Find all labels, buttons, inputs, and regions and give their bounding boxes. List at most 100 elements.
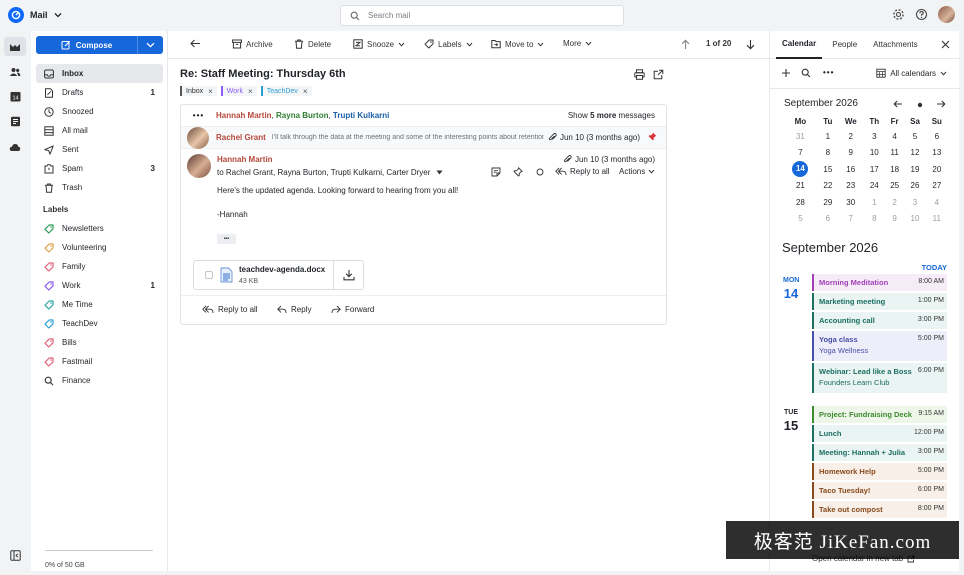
calendar-event[interactable]: Meeting: Hannah + Julia 3:00 PM — [812, 444, 947, 461]
delete-button[interactable]: Delete — [294, 39, 331, 49]
attachment-card[interactable]: teachdev-agenda.docx 43 KB — [193, 260, 364, 290]
footer-forward-button[interactable]: Forward — [331, 305, 374, 314]
calendar-day[interactable]: 4 — [926, 194, 948, 211]
calendar-day[interactable]: 10 — [904, 211, 925, 228]
calendar-day[interactable]: 5 — [904, 128, 925, 145]
all-calendars-dropdown[interactable]: All calendars — [876, 68, 947, 78]
calendar-day[interactable]: 6 — [926, 128, 948, 145]
calendar-day[interactable]: 12 — [904, 145, 925, 162]
move-to-button[interactable]: Move to — [491, 39, 544, 49]
pin-outline-icon[interactable] — [513, 166, 524, 179]
previous-message-row[interactable]: Rachel Grant I'll talk through the data … — [181, 126, 666, 149]
calendar-event[interactable]: Project: Fundraising Deck 9:15 AM — [812, 406, 947, 423]
calendar-day[interactable]: 6 — [818, 211, 838, 228]
recipients[interactable]: to Rachel Grant, Rayna Burton, Trupti Ku… — [217, 168, 443, 177]
download-button[interactable] — [333, 261, 363, 289]
label-me-time[interactable]: Me Time — [36, 295, 163, 314]
help-icon[interactable] — [915, 8, 928, 21]
calendar-day[interactable]: 7 — [783, 145, 818, 162]
tag-chip[interactable]: TeachDev × — [260, 86, 312, 96]
calendar-day[interactable]: 5 — [783, 211, 818, 228]
previous-message-button[interactable] — [681, 39, 690, 50]
calendar-day[interactable]: 11 — [885, 145, 904, 162]
calendar-day[interactable]: 28 — [783, 194, 818, 211]
close-icon[interactable] — [941, 40, 950, 51]
calendar-day[interactable]: 20 — [926, 161, 948, 178]
calendar-day[interactable]: 13 — [926, 145, 948, 162]
calendar-day[interactable]: 14 — [783, 161, 818, 178]
calendar-day[interactable]: 7 — [838, 211, 864, 228]
calendar-event[interactable]: Webinar: Lead like a Boss 6:00 PM Founders… — [812, 363, 947, 393]
folder-spam[interactable]: Spam 3 — [36, 159, 163, 178]
calendar-event[interactable]: Accounting call 3:00 PM — [812, 312, 947, 329]
calendar-day[interactable]: 31 — [783, 128, 818, 145]
folder-sent[interactable]: Sent — [36, 140, 163, 159]
label-newsletters[interactable]: Newsletters — [36, 219, 163, 238]
compose-options-button[interactable] — [138, 36, 163, 54]
gear-icon[interactable] — [892, 8, 905, 21]
rail-files[interactable] — [4, 137, 26, 156]
calendar-event[interactable]: Taco Tuesday! 6:00 PM — [812, 482, 947, 499]
folder-trash[interactable]: Trash — [36, 178, 163, 197]
calendar-day[interactable]: 9 — [838, 145, 864, 162]
compose-button[interactable]: Compose — [36, 36, 138, 54]
calendar-day[interactable]: 15 — [818, 161, 838, 178]
current-sender-name[interactable]: Hannah Martin — [217, 155, 273, 164]
calendar-day[interactable]: 21 — [783, 178, 818, 195]
calendar-day[interactable]: 16 — [838, 161, 864, 178]
calendar-day[interactable]: 29 — [818, 194, 838, 211]
unread-dot-icon[interactable] — [535, 167, 545, 179]
note-icon[interactable] — [491, 167, 501, 179]
calendar-event[interactable]: Yoga class 5:00 PM Yoga Wellness — [812, 331, 947, 361]
footer-reply-all-button[interactable]: Reply to all — [202, 305, 258, 314]
snooze-button[interactable]: Snooze — [353, 39, 405, 49]
calendar-day[interactable]: 2 — [838, 128, 864, 145]
label-work[interactable]: Work 1 — [36, 276, 163, 295]
next-month-icon[interactable] — [936, 100, 946, 110]
calendar-day[interactable]: 22 — [818, 178, 838, 195]
pin-icon[interactable] — [648, 132, 657, 143]
calendar-day[interactable]: 25 — [885, 178, 904, 195]
rail-contacts[interactable] — [4, 62, 26, 81]
calendar-day[interactable]: 3 — [904, 194, 925, 211]
more-options-icon[interactable]: ••• — [823, 68, 834, 77]
actions-button[interactable]: Actions — [619, 167, 655, 176]
calendar-event[interactable]: Morning Meditation 8:00 AM — [812, 274, 947, 291]
archive-button[interactable]: Archive — [232, 39, 273, 49]
open-in-new-window-icon[interactable] — [653, 69, 664, 82]
rail-notes[interactable] — [4, 112, 26, 131]
tag-chip[interactable]: Work × — [220, 86, 257, 96]
remove-tag-icon[interactable]: × — [303, 87, 308, 96]
print-icon[interactable] — [634, 69, 645, 82]
footer-reply-button[interactable]: Reply — [277, 305, 311, 314]
tab-attachments[interactable]: Attachments — [867, 31, 923, 59]
calendar-day[interactable]: 8 — [818, 145, 838, 162]
reply-all-button[interactable]: Reply to all — [555, 167, 610, 176]
rail-mail[interactable] — [4, 37, 26, 56]
tag-chip[interactable]: Inbox × — [180, 86, 217, 96]
label-volunteering[interactable]: Volunteering — [36, 238, 163, 257]
tab-calendar[interactable]: Calendar — [776, 31, 823, 59]
calendar-day[interactable]: 4 — [885, 128, 904, 145]
user-avatar[interactable] — [938, 6, 955, 23]
calendar-day[interactable]: 2 — [885, 194, 904, 211]
tab-people[interactable]: People — [826, 31, 863, 59]
next-message-button[interactable] — [746, 39, 755, 50]
rail-calendar[interactable]: 14 — [4, 87, 26, 106]
calendar-day[interactable]: 30 — [838, 194, 864, 211]
remove-tag-icon[interactable]: × — [208, 87, 213, 96]
calendar-day[interactable]: 1 — [818, 128, 838, 145]
collapsed-messages-row[interactable]: ••• Hannah Martin, Rayna Burton, Trupti … — [181, 105, 666, 127]
show-more-messages-link[interactable]: Show 5 more messages — [568, 111, 655, 120]
show-quoted-text-button[interactable]: ••• — [217, 234, 236, 244]
calendar-day[interactable]: 1 — [864, 194, 885, 211]
collapse-sidebar-icon[interactable] — [10, 550, 21, 563]
more-button[interactable]: More — [563, 39, 592, 48]
calendar-day[interactable]: 19 — [904, 161, 925, 178]
calendar-event[interactable]: Take out compost 8:00 PM — [812, 501, 947, 518]
calendar-event[interactable]: Homework Help 5:00 PM — [812, 463, 947, 480]
calendar-day[interactable]: 23 — [838, 178, 864, 195]
label-family[interactable]: Family — [36, 257, 163, 276]
app-switcher[interactable]: Mail — [8, 7, 62, 23]
today-dot-icon[interactable] — [917, 101, 923, 110]
